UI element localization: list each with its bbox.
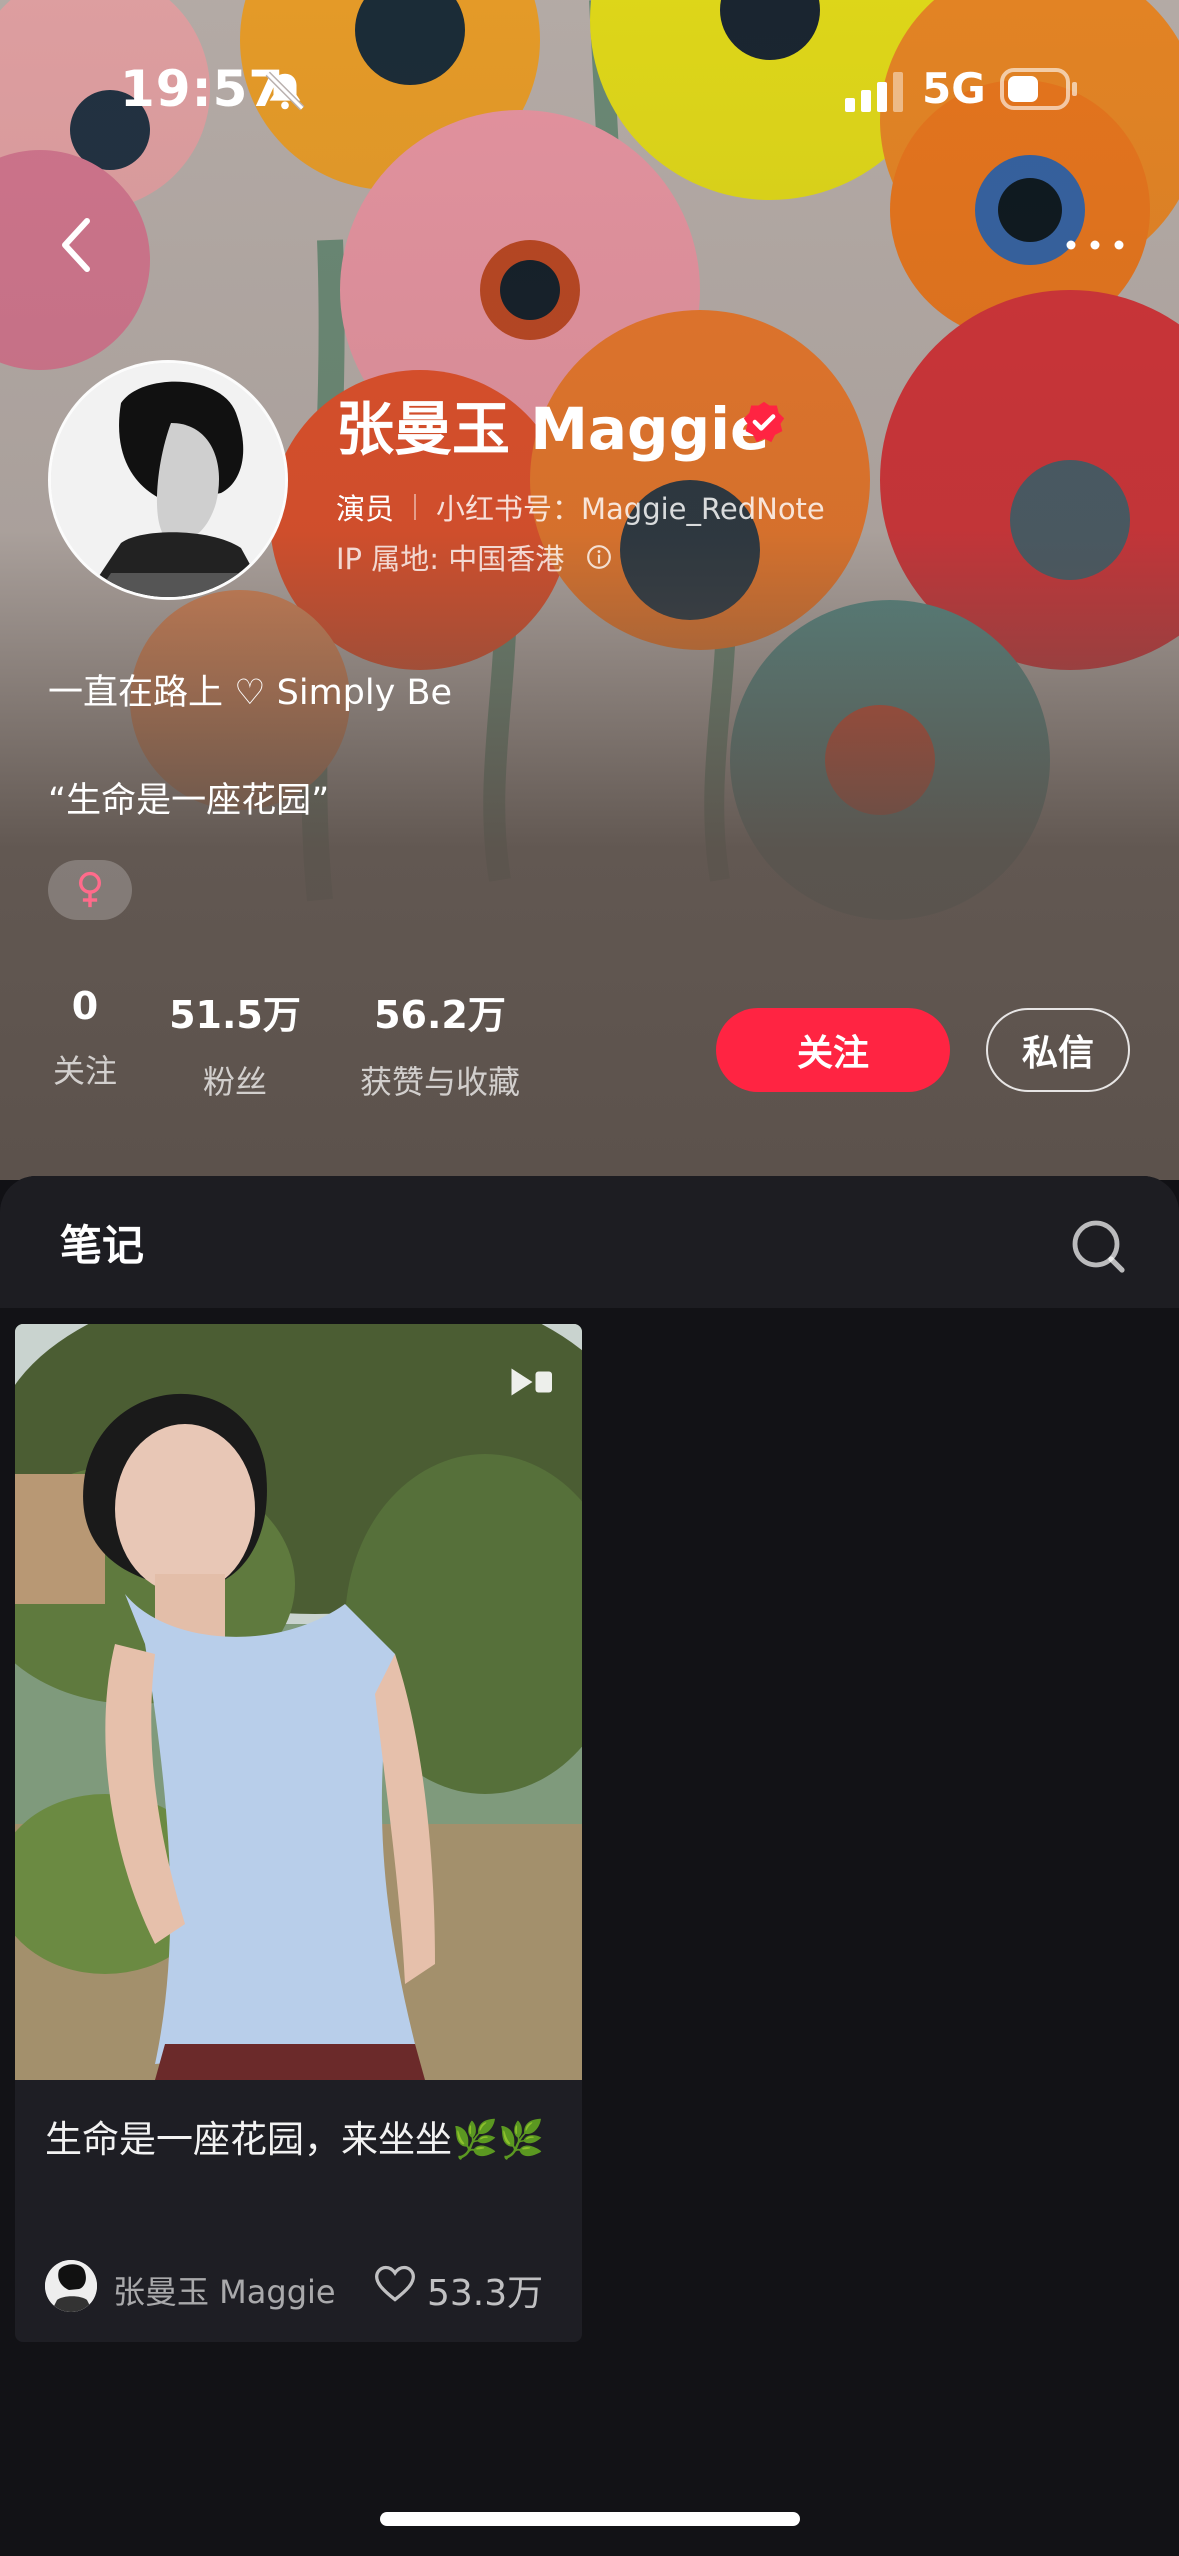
stat-likes-collects[interactable]: 56.2万 获赞与收藏 — [340, 984, 540, 1103]
video-icon — [511, 1368, 552, 1396]
note-cover-image — [15, 1324, 582, 2080]
note-card[interactable]: 生命是一座花园，来坐坐🌿🌿 张曼玉 Maggie 53.3万 — [15, 1324, 582, 2342]
info-icon — [587, 545, 612, 569]
search-icon[interactable] — [1070, 1218, 1126, 1274]
home-indicator[interactable] — [380, 2512, 800, 2526]
battery-icon — [1000, 68, 1077, 110]
bell-muted-icon — [265, 71, 305, 111]
profile-name: 张曼玉 Maggie — [336, 395, 770, 463]
author-avatar-image — [45, 2260, 97, 2312]
more-options-button[interactable] — [1050, 220, 1140, 270]
follow-button[interactable]: 关注 — [716, 1008, 950, 1092]
network-type: 5G — [922, 64, 986, 113]
back-button[interactable] — [40, 200, 110, 290]
status-time: 19:57 — [120, 60, 285, 118]
ip-location-row[interactable]: IP 属地: 中国香港 — [336, 536, 612, 578]
likes-count: 56.2万 — [374, 993, 506, 1037]
fans-count: 51.5万 — [169, 993, 301, 1037]
note-like-count: 53.3万 — [427, 2273, 544, 2314]
fans-label: 粉丝 — [202, 1063, 267, 1101]
note-author-avatar — [45, 2260, 97, 2312]
following-label: 关注 — [52, 1052, 117, 1090]
message-button[interactable]: 私信 — [986, 1008, 1130, 1092]
ip-location: IP 属地: 中国香港 — [336, 542, 565, 576]
bio-line-2: “生命是一座花园” — [48, 781, 330, 821]
status-bar: 19:57 5G — [0, 50, 1179, 130]
notes-panel: 笔记 生命是一座花园，来坐坐🌿🌿 张曼玉 Maggie 53.3万 — [0, 1176, 1179, 2556]
following-count: 0 — [71, 984, 99, 1028]
profile-meta-row: 演员 小红书号：Maggie_RedNote — [336, 486, 825, 528]
meta-divider — [414, 494, 417, 520]
avatar-image — [51, 363, 285, 597]
more-dots-icon — [1066, 240, 1124, 250]
profile-role: 演员 — [336, 492, 395, 526]
note-title: 生命是一座花园，来坐坐🌿🌿 — [45, 2118, 545, 2161]
stat-fans[interactable]: 51.5万 粉丝 — [160, 984, 310, 1103]
cellular-signal-icon — [845, 72, 903, 112]
chevron-left-icon — [62, 218, 90, 272]
bio-line-1: 一直在路上 ♡ Simply Be — [48, 673, 452, 713]
note-author-name: 张曼玉 Maggie — [113, 2273, 336, 2311]
verified-check-icon — [743, 401, 785, 443]
notes-tab-bar: 笔记 — [0, 1176, 1179, 1308]
heart-icon[interactable] — [373, 2262, 417, 2306]
profile-avatar[interactable] — [48, 360, 288, 600]
female-symbol-icon — [79, 871, 101, 908]
gender-tag — [48, 860, 132, 920]
note-cover-photo — [15, 1324, 582, 2080]
redbook-id: 小红书号：Maggie_RedNote — [436, 492, 825, 526]
stat-following[interactable]: 0 关注 — [30, 984, 140, 1092]
likes-label: 获赞与收藏 — [359, 1063, 520, 1101]
tab-notes[interactable]: 笔记 — [60, 1212, 144, 1273]
